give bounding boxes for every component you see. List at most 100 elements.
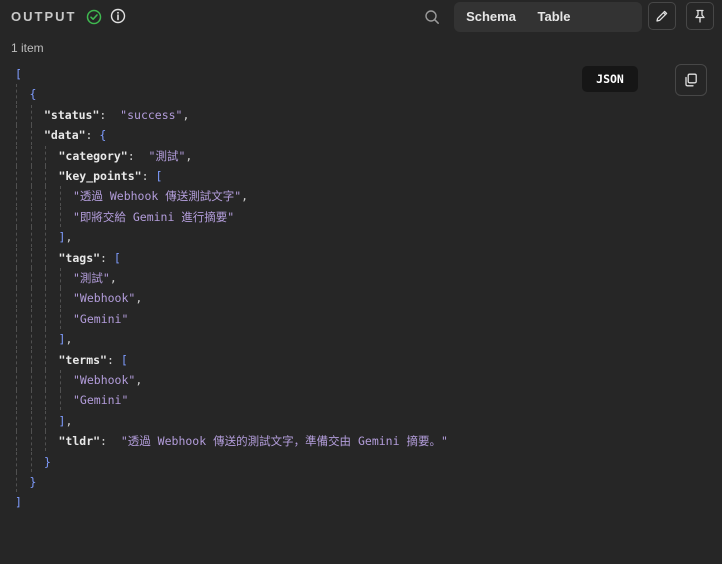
json-line-text: "data": { — [44, 125, 106, 145]
copy-icon — [685, 73, 697, 87]
pin-button[interactable] — [686, 2, 714, 30]
json-line-text: "測試", — [73, 268, 117, 288]
json-line-text: "Webhook", — [73, 370, 142, 390]
json-punctuation: [ — [120, 352, 128, 367]
pin-icon — [695, 9, 705, 23]
indent-guide — [30, 451, 32, 472]
tab-schema[interactable]: Schema — [456, 4, 526, 30]
indent-guide — [30, 166, 32, 186]
indent-guide — [30, 206, 32, 227]
indent-guide — [16, 329, 17, 350]
indent-guide — [45, 145, 46, 166]
json-line-text: ] — [15, 492, 22, 512]
indent-guide — [45, 166, 46, 186]
indent-guide — [30, 227, 32, 248]
json-line-text: "key_points": [ — [59, 166, 163, 186]
json-punctuation: , — [185, 148, 193, 163]
json-key: "terms" — [58, 352, 107, 367]
json-string: "Gemini" — [73, 311, 129, 326]
tab-json[interactable]: JSON — [582, 66, 638, 92]
json-punctuation: , — [109, 271, 117, 285]
indent-guide — [45, 349, 46, 370]
indent-guide — [16, 206, 17, 227]
check-circle-icon — [86, 9, 102, 25]
indent-guide — [45, 329, 46, 350]
indent-guide — [45, 390, 46, 411]
json-punctuation: , — [241, 189, 249, 204]
indent-guide — [30, 349, 32, 370]
json-string: "Gemini" — [73, 393, 129, 408]
tab-table[interactable]: Table — [526, 4, 582, 30]
panel-header: OUTPUT Schema Table JSON — [0, 0, 722, 92]
json-key: "key_points" — [58, 169, 142, 183]
indent-guide — [16, 104, 17, 125]
json-punctuation: [ — [113, 250, 121, 265]
indent-guide — [16, 145, 17, 166]
json-string: "測試" — [148, 148, 186, 163]
json-punctuation: : — [100, 434, 121, 449]
output-panel: OUTPUT Schema Table JSON 1 item [{"sta… — [0, 0, 722, 564]
json-key: "status" — [44, 107, 100, 122]
indent-guide — [59, 206, 61, 227]
indent-guide — [45, 206, 46, 227]
json-string: "測試" — [73, 271, 110, 285]
json-punctuation: , — [135, 373, 143, 387]
json-line-text: { — [30, 84, 37, 104]
search-icon[interactable] — [424, 9, 440, 25]
indent-guide — [45, 227, 46, 248]
indent-guide — [30, 431, 32, 452]
indent-guide — [30, 186, 32, 207]
view-mode-switcher: Schema Table JSON — [454, 2, 642, 92]
json-punctuation: : — [141, 169, 156, 183]
indent-guide — [59, 268, 61, 288]
json-key: "data" — [44, 128, 86, 143]
info-icon[interactable] — [110, 8, 126, 24]
json-line-text: "Gemini" — [73, 390, 128, 410]
pencil-icon — [656, 10, 668, 22]
json-string: "Webhook" — [73, 373, 136, 387]
json-key: "tldr" — [58, 434, 101, 449]
indent-guide — [30, 247, 32, 268]
indent-guide — [16, 370, 17, 390]
indent-guide — [16, 227, 17, 248]
json-string: "即將交給 Gemini 進行摘要" — [73, 209, 235, 224]
json-line-text: [ — [15, 64, 22, 84]
indent-guide — [16, 431, 17, 452]
edit-button[interactable] — [648, 2, 676, 30]
indent-guide — [45, 186, 46, 207]
indent-guide — [30, 410, 32, 431]
json-key: "category" — [58, 148, 128, 163]
json-key: "tags" — [58, 250, 101, 265]
indent-guide — [16, 308, 17, 329]
indent-guide — [45, 268, 46, 288]
json-line-text: "tags": [ — [59, 248, 121, 268]
indent-guide — [30, 104, 32, 125]
indent-guide — [16, 472, 17, 492]
json-line-text: "Webhook", — [73, 288, 142, 308]
json-punctuation: { — [99, 128, 107, 143]
indent-guide — [16, 247, 17, 268]
indent-guide — [45, 288, 46, 309]
json-string: "success" — [120, 107, 183, 122]
indent-guide — [45, 308, 46, 329]
json-punctuation: } — [44, 454, 51, 469]
indent-guide — [59, 308, 61, 329]
json-punctuation: : — [127, 148, 149, 163]
json-punctuation: { — [29, 87, 37, 102]
indent-guide — [30, 288, 32, 309]
json-line-text: "Gemini" — [73, 309, 128, 329]
indent-guide — [59, 186, 61, 207]
copy-button[interactable] — [675, 64, 707, 96]
json-string: "Webhook" — [73, 291, 136, 306]
indent-guide — [45, 410, 46, 431]
indent-guide — [16, 349, 17, 370]
indent-guide — [16, 186, 17, 207]
json-punctuation: , — [65, 332, 73, 347]
json-line-text: ], — [59, 411, 73, 431]
json-line-text: "tldr": "透過 Webhook 傳送的測試文字，準備交由 Gemini … — [59, 431, 448, 451]
indent-guide — [45, 247, 46, 268]
indent-guide — [30, 308, 32, 329]
json-punctuation: : — [100, 250, 114, 265]
json-punctuation: : — [106, 352, 121, 367]
json-line-text: } — [44, 452, 51, 472]
